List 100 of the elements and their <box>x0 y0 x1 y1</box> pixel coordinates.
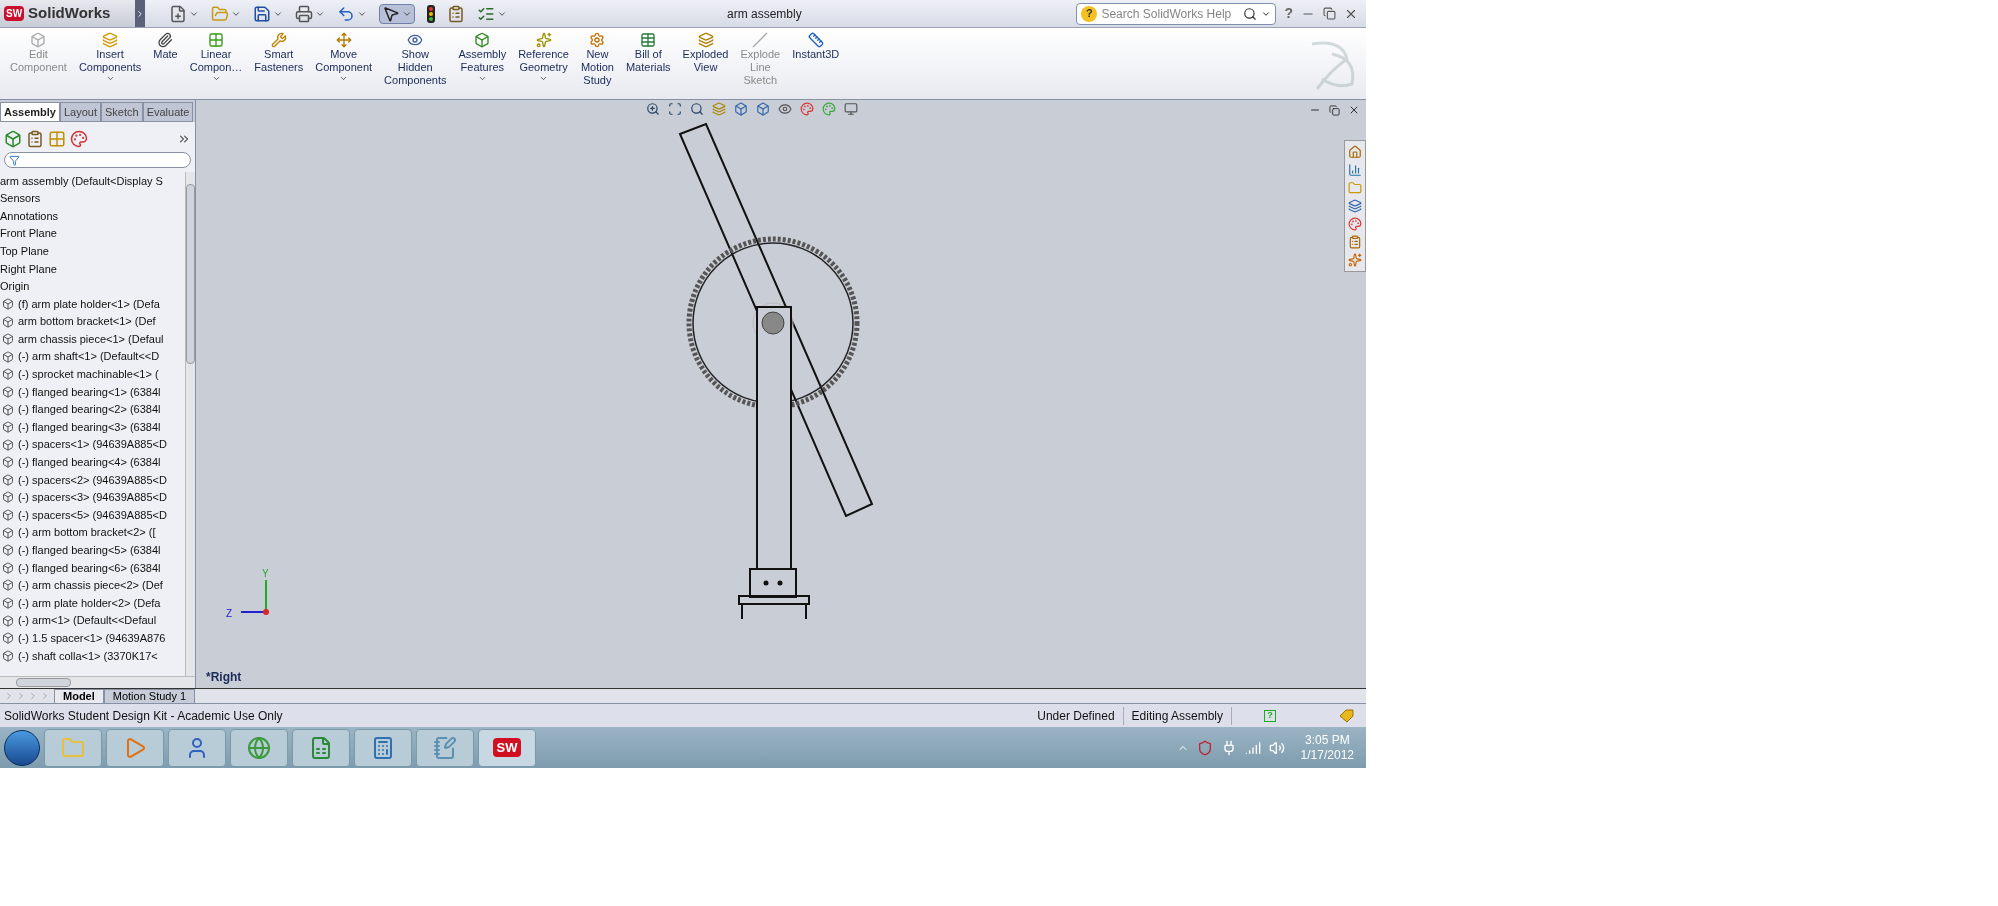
tree-item[interactable]: (-) flanged bearing<5> (6384l <box>0 541 185 560</box>
taskbar-app-button[interactable] <box>292 728 350 767</box>
caret-icon[interactable] <box>105 74 115 83</box>
tree-item[interactable]: (-) spacers<3> (94639A885<D <box>0 488 185 507</box>
undo-icon[interactable] <box>337 4 355 23</box>
command-button[interactable]: Mate <box>147 28 184 99</box>
color-wheel-icon[interactable] <box>800 102 814 116</box>
signal-icon[interactable] <box>1244 739 1261 756</box>
tab[interactable]: Assembly <box>0 102 60 122</box>
save-icon[interactable] <box>253 4 271 23</box>
taskbar-app-button[interactable] <box>416 728 474 767</box>
restore-icon[interactable] <box>1329 104 1340 116</box>
shield-icon[interactable] <box>1196 739 1213 756</box>
search-icon[interactable] <box>690 102 704 116</box>
tree-item[interactable]: arm chassis piece<1> (Defaul <box>0 330 185 348</box>
folder-icon[interactable] <box>1348 181 1362 195</box>
cube-icon[interactable] <box>4 130 22 148</box>
tree-item[interactable]: (-) arm chassis piece<2> (Def <box>0 576 185 595</box>
tree-item[interactable]: (-) spacers<2> (94639A885<D <box>0 471 185 489</box>
caret-icon[interactable] <box>211 74 221 83</box>
color-wheel-icon[interactable] <box>70 130 88 148</box>
tree-item[interactable]: (-) arm<1> (Default<<Defaul <box>0 611 185 630</box>
tree-item[interactable]: Origin <box>0 277 185 296</box>
tree-item[interactable]: (-) sprocket machinable<1> ( <box>0 365 185 384</box>
command-button[interactable]: Move Component <box>309 28 379 99</box>
tab[interactable]: Model <box>54 688 104 704</box>
restore-icon[interactable] <box>1323 7 1336 20</box>
tree-item[interactable]: (-) flanged bearing<2> (6384l <box>0 400 185 419</box>
command-button[interactable]: New Motion Study <box>574 28 620 99</box>
search-icon[interactable] <box>1243 6 1258 21</box>
search-field[interactable]: ? Search SolidWorks Help <box>1076 2 1277 25</box>
cube-icon[interactable] <box>756 102 770 116</box>
expand-icon[interactable] <box>177 132 191 146</box>
tree-item[interactable]: (-) arm shaft<1> (Default<<D <box>0 347 185 366</box>
tree-item[interactable]: (-) spacers<5> (94639A885<D <box>0 506 185 524</box>
command-button[interactable]: Smart Fasteners <box>248 28 310 99</box>
taskbar-app-button[interactable] <box>168 728 226 767</box>
start-button[interactable] <box>4 729 40 766</box>
tree-item[interactable]: (-) spacers<1> (94639A885<D <box>0 435 185 454</box>
tree-item[interactable]: (-) flanged bearing<4> (6384l <box>0 453 185 472</box>
scrollbar[interactable] <box>185 172 195 676</box>
tag-icon[interactable] <box>1338 708 1354 723</box>
clipboard-icon[interactable] <box>447 4 465 23</box>
cube-icon[interactable] <box>734 102 748 116</box>
tab[interactable]: Sketch <box>101 102 143 122</box>
caret-icon[interactable] <box>339 74 349 83</box>
caret-icon[interactable] <box>477 74 487 83</box>
tree-item[interactable]: (f) arm plate holder<1> (Defa <box>0 295 185 313</box>
zoom-icon[interactable] <box>646 102 660 116</box>
color-wheel-icon[interactable] <box>1348 217 1362 231</box>
clipboard-icon[interactable] <box>1348 235 1362 249</box>
graphics-viewport[interactable]: Y Z *Right <box>196 100 1366 688</box>
chart-icon[interactable] <box>1348 163 1362 177</box>
tree-item[interactable]: (-) shaft colla<1> (3370K17< <box>0 647 185 665</box>
traffic-light-icon[interactable] <box>427 4 435 23</box>
command-button[interactable]: Instant3D <box>786 28 846 99</box>
command-button[interactable]: Bill of Materials <box>619 28 677 99</box>
tree-item[interactable]: arm bottom bracket<1> (Def <box>0 312 185 331</box>
menu-expand-button[interactable] <box>135 0 145 27</box>
clipboard-icon[interactable] <box>26 130 44 148</box>
taskbar-app-button[interactable] <box>106 728 164 767</box>
layers-icon[interactable] <box>712 102 726 116</box>
horizontal-scrollbar[interactable] <box>0 676 195 688</box>
tree-icon[interactable] <box>48 130 66 148</box>
command-button[interactable]: Assembly Features <box>452 28 513 99</box>
command-button[interactable]: Show Hidden Components <box>378 28 453 99</box>
monitor-icon[interactable] <box>844 102 858 116</box>
layers-icon[interactable] <box>1348 199 1362 213</box>
taskbar-app-button[interactable]: SW <box>478 728 536 767</box>
tab[interactable]: Evaluate <box>142 102 194 122</box>
tree-item[interactable]: (-) arm plate holder<2> (Defa <box>0 594 185 612</box>
tree-item[interactable]: arm assembly (Default<Display S <box>0 172 185 190</box>
volume-icon[interactable] <box>1268 739 1285 756</box>
eye-icon[interactable] <box>778 102 792 116</box>
tree-item[interactable]: Annotations <box>0 207 185 225</box>
command-button[interactable]: Exploded View <box>676 28 735 99</box>
tree-item[interactable]: Sensors <box>0 189 185 208</box>
caret-icon[interactable] <box>539 74 549 83</box>
taskbar-app-button[interactable] <box>354 728 412 767</box>
tree-item[interactable]: Top Plane <box>0 242 185 260</box>
taskbar-app-button[interactable] <box>230 728 288 767</box>
command-button[interactable]: Insert Components <box>72 28 148 99</box>
tree-item[interactable]: Right Plane <box>0 259 185 278</box>
tree-item[interactable]: (-) flanged bearing<3> (6384l <box>0 418 185 436</box>
open-folder-icon[interactable] <box>211 4 229 23</box>
tab[interactable]: Motion Study 1 <box>103 688 196 704</box>
tree-item[interactable]: (-) 1.5 spacer<1> (94639A876 <box>0 629 185 648</box>
tree-item[interactable]: (-) flanged bearing<6> (6384l <box>0 559 185 577</box>
tab[interactable]: Layout <box>60 102 101 122</box>
new-document-icon[interactable] <box>169 4 187 23</box>
tree-item[interactable]: (-) arm bottom bracket<2> ([ <box>0 523 185 542</box>
help-menu[interactable]: ? <box>1284 3 1293 24</box>
app-logo[interactable]: SW SolidWorks <box>0 0 135 27</box>
command-button[interactable]: Linear Compon… <box>183 28 249 99</box>
color-wheel-icon[interactable] <box>822 102 836 116</box>
select-pointer-icon[interactable] <box>382 4 400 23</box>
filter-field[interactable] <box>4 152 191 168</box>
zoom-area-icon[interactable] <box>668 102 682 116</box>
tree-item[interactable]: (-) flanged bearing<1> (6384l <box>0 383 185 401</box>
sparkle-icon[interactable] <box>1348 253 1362 267</box>
